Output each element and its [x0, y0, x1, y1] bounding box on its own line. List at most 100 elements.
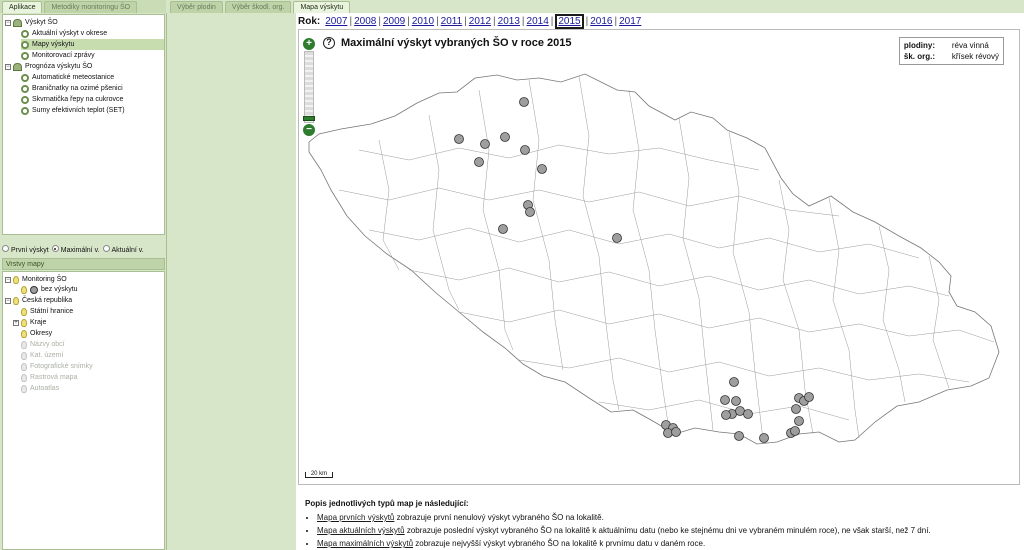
link-prvni-vyskyty[interactable]: Mapa prvních výskytů: [317, 513, 394, 522]
occurrence-marker[interactable]: [794, 416, 804, 426]
radio-prvni[interactable]: První výskyt: [2, 245, 49, 254]
layer-fotograficke-snimky[interactable]: Fotografické snímky: [21, 361, 93, 372]
tree-item-prognoza[interactable]: − Prognóza výskytu ŠO: [5, 61, 92, 72]
occurrence-marker[interactable]: [537, 164, 547, 174]
tab-vyber-skodl-org[interactable]: Výběr škodl. org.: [224, 1, 292, 13]
occurrence-marker[interactable]: [671, 427, 681, 437]
bulb-icon[interactable]: [13, 275, 19, 284]
year-link-2014[interactable]: 2014: [527, 16, 549, 27]
bulb-icon[interactable]: [21, 318, 27, 327]
radio-maximalni[interactable]: Maximální v.: [51, 245, 100, 254]
occurrence-marker[interactable]: [480, 139, 490, 149]
layers-tree: − Monitoring ŠO bez výskytu − Česká repu…: [2, 271, 165, 550]
map-viewport[interactable]: + − ? Maximální výskyt vybraných ŠO v ro…: [298, 29, 1020, 485]
occurrence-marker[interactable]: [734, 431, 744, 441]
folder-icon: [13, 62, 22, 71]
left-tabbar: Aplikace Metodiky monitoringu ŠO: [0, 0, 166, 13]
zoom-slider-handle[interactable]: [303, 116, 315, 121]
occurrence-marker[interactable]: [663, 428, 673, 438]
occurrence-marker[interactable]: [454, 134, 464, 144]
tree-item-set[interactable]: Sumy efektivních teplot (SET): [21, 105, 125, 116]
occurrence-marker[interactable]: [525, 207, 535, 217]
radio-aktualni[interactable]: Aktuální v.: [102, 245, 144, 254]
year-link-2010[interactable]: 2010: [412, 16, 434, 27]
occurrence-marker[interactable]: [729, 377, 739, 387]
zoom-out-button[interactable]: −: [303, 124, 315, 136]
bulb-icon[interactable]: [21, 384, 27, 393]
bulb-icon[interactable]: [21, 329, 27, 338]
occurrence-marker[interactable]: [612, 233, 622, 243]
zoom-control: + −: [303, 38, 315, 136]
tree-item-vyskyt-so[interactable]: − Výskyt ŠO: [5, 17, 58, 28]
year-link-2007[interactable]: 2007: [325, 16, 347, 27]
tab-vyber-plodin[interactable]: Výběr plodin: [170, 1, 223, 13]
collapse-icon[interactable]: −: [5, 297, 11, 304]
year-link-2012[interactable]: 2012: [469, 16, 491, 27]
bulb-icon[interactable]: [21, 285, 27, 294]
layer-nazvy-obci[interactable]: Názvy obcí: [21, 339, 65, 350]
occurrence-marker[interactable]: [500, 132, 510, 142]
year-link-2017[interactable]: 2017: [619, 16, 641, 27]
year-links: 2007 | 2008 | 2009 | 2010 | 2011 | 2012 | 2013 | 2014 |…: [324, 13, 642, 29]
link-aktualni-vyskyty[interactable]: Mapa aktuálních výskytů: [317, 526, 405, 535]
radio-button-selected[interactable]: [51, 245, 59, 252]
layer-okresy[interactable]: Okresy: [21, 328, 52, 339]
tree-item-skvrnaticka[interactable]: Skvrnatička řepy na cukrovce: [21, 94, 123, 105]
occurrence-marker[interactable]: [791, 404, 801, 414]
tree-item-mapy-vyskytu[interactable]: Mapy výskytu: [21, 39, 164, 50]
org-value: křísek révový: [951, 52, 999, 61]
tab-metodiky[interactable]: Metodiky monitoringu ŠO: [44, 1, 138, 13]
help-icon[interactable]: ?: [323, 37, 335, 49]
tab-aplikace[interactable]: Aplikace: [2, 1, 43, 13]
layer-bez-vyskytu[interactable]: bez výskytu: [21, 284, 78, 295]
occurrence-marker[interactable]: [520, 145, 530, 155]
year-separator: |: [349, 15, 353, 27]
layer-ceska-republika[interactable]: − Česká republika: [5, 295, 72, 306]
bulb-icon[interactable]: [21, 340, 27, 349]
year-link-2008[interactable]: 2008: [354, 16, 376, 27]
tree-item-branicnatky[interactable]: Braničnatky na ozimé pšenici: [21, 83, 123, 94]
occurrence-marker[interactable]: [759, 433, 769, 443]
tree-item-aktualni-vyskyt[interactable]: Aktuální výskyt v okrese: [21, 28, 107, 39]
zoom-slider[interactable]: [303, 51, 315, 123]
tree-item-meteostanice[interactable]: Automatické meteostanice: [21, 72, 114, 83]
collapse-icon[interactable]: −: [5, 276, 11, 283]
layer-label: Fotografické snímky: [30, 363, 93, 370]
link-maximalni-vyskyty[interactable]: Mapa maximálních výskytů: [317, 539, 413, 548]
layer-rastrova-mapa[interactable]: Rastrová mapa: [21, 372, 77, 383]
year-link-2013[interactable]: 2013: [498, 16, 520, 27]
bulb-icon[interactable]: [21, 351, 27, 360]
tab-mapa-vyskytu[interactable]: Mapa výskytu: [293, 1, 351, 13]
year-link-2016[interactable]: 2016: [590, 16, 612, 27]
bulb-icon[interactable]: [13, 296, 19, 305]
occurrence-marker[interactable]: [721, 410, 731, 420]
occurrence-marker[interactable]: [519, 97, 529, 107]
occurrence-marker[interactable]: [498, 224, 508, 234]
occurrence-marker[interactable]: [731, 396, 741, 406]
collapse-icon[interactable]: −: [5, 63, 11, 70]
year-link-2011[interactable]: 2011: [441, 16, 463, 27]
radio-button[interactable]: [2, 245, 9, 252]
bulb-icon[interactable]: [21, 307, 27, 316]
collapse-icon[interactable]: −: [5, 19, 11, 26]
occurrence-marker[interactable]: [804, 392, 814, 402]
leaf-icon: [21, 84, 29, 93]
year-link-2015[interactable]: 2015: [555, 13, 584, 29]
occurrence-marker[interactable]: [720, 395, 730, 405]
occurrence-marker[interactable]: [790, 426, 800, 436]
zoom-in-button[interactable]: +: [303, 38, 315, 50]
radio-button[interactable]: [102, 245, 110, 252]
description-text: zobrazuje nejvyšší výskyt vybraného ŠO n…: [413, 539, 706, 548]
layer-kat-uzemi[interactable]: Kat. území: [21, 350, 63, 361]
layer-autoatlas[interactable]: Autoatlas: [21, 383, 59, 394]
expand-icon[interactable]: +: [13, 319, 19, 326]
layer-kraje[interactable]: + Kraje: [13, 317, 46, 328]
layer-statni-hranice[interactable]: Státní hranice: [21, 306, 73, 317]
year-link-2009[interactable]: 2009: [383, 16, 405, 27]
tree-item-monitorovaci-zpravy[interactable]: Monitorovací zprávy: [21, 50, 95, 61]
occurrence-marker[interactable]: [743, 409, 753, 419]
bulb-icon[interactable]: [21, 373, 27, 382]
bulb-icon[interactable]: [21, 362, 27, 371]
description-heading: Popis jednotlivých typů map je následují…: [305, 499, 469, 508]
occurrence-marker[interactable]: [474, 157, 484, 167]
